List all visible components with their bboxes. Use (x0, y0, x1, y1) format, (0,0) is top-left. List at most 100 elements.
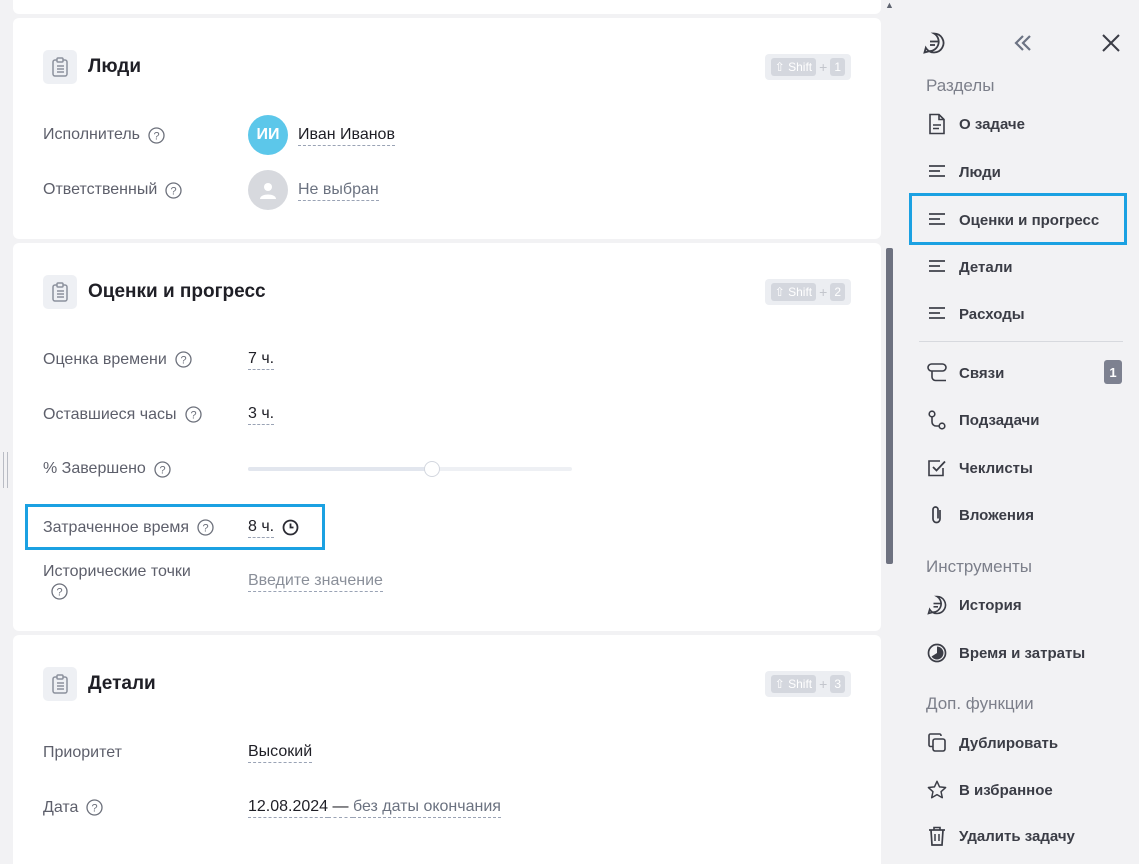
collapse-double-chevron-icon[interactable] (1008, 28, 1038, 58)
help-icon[interactable]: ? (184, 406, 202, 423)
details-section: Детали ⇧ Shift + 3 Приоритет Высокий Дат… (13, 635, 881, 864)
shift-arrow-icon: ⇧ (774, 285, 785, 299)
scrollbar-thumb[interactable] (886, 248, 893, 564)
slider-thumb[interactable] (423, 461, 440, 477)
close-icon[interactable] (1096, 28, 1126, 58)
help-icon[interactable]: ? (148, 126, 165, 144)
task-main-panel: Люди ⇧ Shift + 1 Исполнитель? ИИ Иван Ив… (0, 0, 895, 864)
sidebar-item-checklists[interactable]: Чеклисты (926, 457, 1033, 479)
scroll-up-arrow-icon[interactable]: ▲ (885, 0, 894, 10)
resize-handle[interactable] (3, 452, 8, 488)
lines-icon (926, 256, 948, 278)
svg-text:?: ? (159, 464, 165, 476)
sidebar-item-about[interactable]: О задаче (926, 113, 1025, 135)
shift-key: Shift (788, 677, 813, 691)
assignee-value[interactable]: Иван Иванов (298, 125, 395, 146)
star-icon (926, 779, 948, 801)
percent-field: % Завершено? (43, 460, 572, 478)
document-icon (926, 113, 948, 135)
progress-title: Оценки и прогресс (88, 281, 266, 302)
sidebar-item-duplicate[interactable]: Дублировать (926, 732, 1058, 754)
sidebar-item-label: Связи (959, 364, 1005, 382)
extra-heading: Доп. функции (926, 694, 1034, 713)
priority-label: Приоритет (43, 743, 122, 761)
sidebar-progress-highlight (909, 193, 1127, 245)
sidebar-item-label: Расходы (959, 305, 1025, 323)
remaining-field: Оставшиеся часы? 3 ч. (43, 404, 275, 425)
spent-time-highlight (25, 504, 325, 550)
sidebar-divider (919, 341, 1123, 342)
estimate-label: Оценка времени (43, 350, 167, 368)
sidebar-item-label: Люди (959, 163, 1001, 181)
details-header: Детали (43, 667, 156, 701)
priority-value[interactable]: Высокий (248, 742, 313, 763)
shift-key: Shift (788, 60, 813, 74)
sidebar-item-details[interactable]: Детали (926, 256, 1012, 278)
estimate-value[interactable]: 7 ч. (248, 349, 275, 370)
help-icon[interactable]: ? (86, 799, 104, 816)
svg-text:?: ? (153, 130, 159, 142)
clipboard-icon (43, 50, 77, 84)
sidebar-item-people[interactable]: Люди (926, 161, 1001, 183)
sidebar: Разделы О задаче Люди Оценки и прогресс … (895, 0, 1139, 864)
progress-shortcut-hint: ⇧ Shift + 2 (764, 279, 851, 305)
people-header: Люди (43, 50, 141, 84)
sidebar-toolbar (895, 28, 1139, 58)
percent-slider[interactable] (248, 461, 572, 477)
percent-label: % Завершено (43, 460, 146, 477)
date-field: Дата? 12.08.2024 — без даты окончания (43, 797, 501, 818)
user-placeholder-icon[interactable] (248, 170, 288, 210)
sidebar-item-expenses[interactable]: Расходы (926, 303, 1025, 325)
slider-fill (248, 467, 432, 471)
chat-icon (926, 594, 948, 616)
sidebar-item-label: История (959, 596, 1022, 614)
help-icon[interactable]: ? (175, 351, 192, 368)
sidebar-item-label: О задаче (959, 115, 1025, 133)
sidebar-item-favorite[interactable]: В избранное (926, 779, 1053, 801)
people-section: Люди ⇧ Shift + 1 Исполнитель? ИИ Иван Ив… (13, 18, 881, 239)
shortcut-number: 1 (830, 58, 845, 76)
historical-input[interactable]: Введите значение (248, 571, 383, 592)
assignee-field: Исполнитель? ИИ Иван Иванов (43, 115, 395, 155)
sidebar-item-delete[interactable]: Удалить задачу (926, 825, 1075, 847)
pie-icon (926, 642, 948, 664)
shortcut-number: 2 (830, 283, 845, 301)
links-count-badge: 1 (1104, 360, 1122, 384)
shift-key: Shift (788, 285, 813, 299)
help-icon[interactable]: ? (165, 181, 182, 199)
historical-label: Исторические точки (43, 563, 191, 580)
lines-icon (926, 161, 948, 183)
paperclip-icon (926, 504, 948, 526)
comment-icon[interactable] (919, 28, 949, 58)
clipboard-icon (43, 667, 77, 701)
sidebar-item-time-costs[interactable]: Время и затраты (926, 642, 1085, 664)
details-shortcut-hint: ⇧ Shift + 3 (764, 671, 851, 697)
avatar[interactable]: ИИ (248, 115, 288, 155)
svg-text:?: ? (92, 803, 98, 815)
responsible-field: Ответственный? Не выбран (43, 170, 379, 210)
progress-header: Оценки и прогресс (43, 275, 266, 309)
svg-text:?: ? (180, 355, 186, 367)
help-icon[interactable]: ? (51, 583, 68, 600)
sidebar-item-history[interactable]: История (926, 594, 1022, 616)
sidebar-item-attachments[interactable]: Вложения (926, 504, 1034, 526)
sidebar-item-label: Время и затраты (959, 644, 1086, 662)
date-dash: — (328, 797, 353, 818)
help-icon[interactable]: ? (154, 460, 171, 478)
shortcut-number: 3 (830, 675, 845, 693)
lines-icon (926, 303, 948, 325)
svg-text:?: ? (56, 587, 62, 599)
remaining-value[interactable]: 3 ч. (248, 404, 275, 425)
trash-icon (926, 825, 948, 847)
sidebar-item-label: Вложения (959, 506, 1034, 524)
responsible-value[interactable]: Не выбран (298, 180, 379, 201)
sidebar-item-subtasks[interactable]: Подзадачи (926, 409, 1039, 431)
date-end[interactable]: без даты окончания (352, 797, 501, 818)
progress-section: Оценки и прогресс ⇧ Shift + 2 Оценка вре… (13, 243, 881, 631)
assignee-label: Исполнитель (43, 126, 141, 143)
sidebar-item-links[interactable]: Связи (926, 362, 1004, 384)
clipboard-icon (43, 275, 77, 309)
date-start[interactable]: 12.08.2024 (248, 797, 329, 818)
shortcut-plus: + (819, 676, 828, 692)
tools-heading: Инструменты (926, 557, 1033, 576)
